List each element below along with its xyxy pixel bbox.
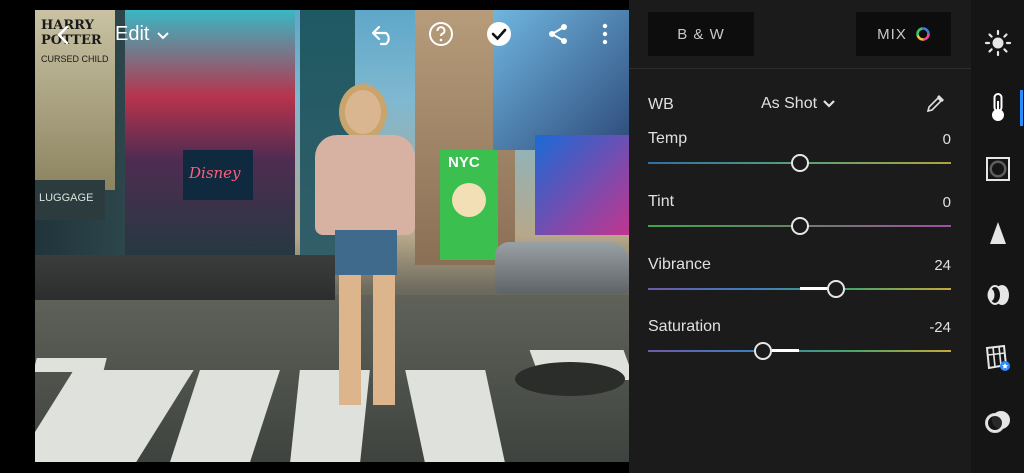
tint-slider-thumb[interactable] [790, 217, 809, 235]
temp-label: Temp [648, 130, 688, 147]
optics-icon[interactable] [981, 278, 1015, 312]
help-icon[interactable] [427, 20, 455, 48]
panel-divider [629, 68, 971, 69]
color-wheel-icon [916, 27, 930, 41]
mix-button[interactable]: MIX [856, 12, 951, 56]
color-icon[interactable] [981, 90, 1015, 124]
head [345, 90, 381, 134]
saturation-slider-thumb[interactable] [754, 342, 773, 360]
temp-value: 0 [942, 131, 951, 148]
detail-icon[interactable] [981, 216, 1015, 250]
left-leg [339, 275, 361, 405]
edit-tools-toolbar [971, 0, 1024, 473]
wb-dropdown[interactable]: As Shot [761, 95, 835, 113]
sweater [315, 135, 415, 235]
tint-value: 0 [942, 194, 951, 211]
car [495, 242, 629, 294]
presets-icon[interactable] [981, 404, 1015, 438]
billboard-cursed-child-text: CURSED CHILD [41, 54, 109, 64]
wb-value: As Shot [761, 95, 818, 112]
bear-character [452, 183, 486, 217]
mix-label: MIX [877, 25, 907, 43]
billboard-luggage-text: LUGGAGE [39, 192, 94, 204]
back-icon[interactable] [52, 22, 78, 48]
right-leg [373, 275, 395, 405]
chevron-down-icon [157, 23, 170, 46]
bw-label: B & W [677, 25, 725, 43]
nyc-billboard: NYC [440, 150, 498, 260]
effects-icon[interactable] [981, 152, 1015, 186]
active-tool-indicator [1020, 90, 1023, 126]
eyedropper-icon[interactable] [925, 92, 949, 116]
more-options-icon[interactable] [598, 20, 612, 48]
disney-sign: Disney [183, 150, 253, 200]
broadway-billboard [535, 135, 629, 235]
bw-button[interactable]: B & W [648, 12, 754, 56]
light-icon[interactable] [981, 26, 1015, 60]
temp-slider-thumb[interactable] [790, 154, 809, 172]
photo-canvas[interactable]: HARRY POTTER CURSED CHILD LUGGAGE Disney… [0, 0, 629, 473]
vibrance-slider-thumb[interactable] [826, 280, 845, 298]
vibrance-label: Vibrance [648, 256, 711, 273]
edit-mode-dropdown[interactable]: Edit [115, 20, 170, 48]
billboard-nyc-text: NYC [448, 154, 480, 171]
done-check-icon[interactable] [485, 20, 513, 48]
color-panel: B & W MIX WB As Shot Temp 0 Tint 0 Vibra… [629, 0, 971, 473]
tint-label: Tint [648, 193, 675, 210]
vibrance-value: 24 [934, 257, 951, 274]
photo[interactable]: HARRY POTTER CURSED CHILD LUGGAGE Disney… [35, 10, 629, 462]
manhole [515, 362, 625, 396]
geometry-icon[interactable] [981, 341, 1015, 375]
luggage-sign: LUGGAGE [35, 180, 105, 220]
undo-icon[interactable] [368, 20, 398, 50]
shorts [335, 230, 397, 275]
edit-label: Edit [115, 22, 150, 45]
wb-label: WB [648, 96, 674, 113]
saturation-label: Saturation [648, 318, 721, 335]
billboard-disney-text: Disney [189, 164, 241, 182]
chevron-down-icon [823, 95, 835, 113]
woman-figure [315, 90, 415, 420]
share-icon[interactable] [544, 20, 572, 48]
saturation-slider-track[interactable] [648, 350, 951, 352]
saturation-value: -24 [929, 319, 951, 336]
crowd [35, 255, 335, 300]
